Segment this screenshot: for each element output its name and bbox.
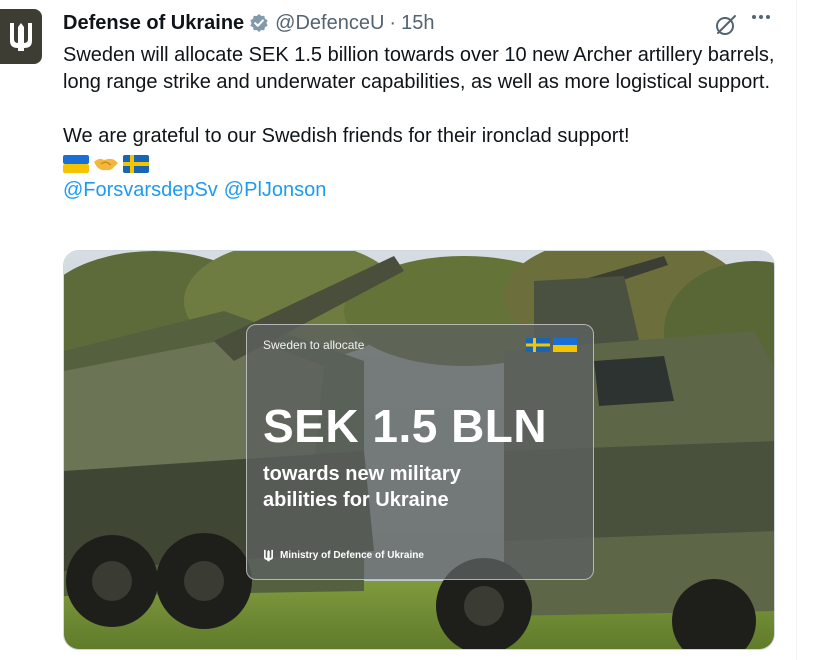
more-icon[interactable] xyxy=(752,15,770,19)
mention-link[interactable]: @PlJonson xyxy=(224,179,327,201)
ukraine-flag-icon xyxy=(553,338,577,352)
card-flags xyxy=(526,338,577,352)
info-card: Sweden to allocate SEK 1.5 BLN towards n… xyxy=(246,324,594,580)
mention-link[interactable]: @ForsvarsdepSv xyxy=(63,179,218,201)
mentions: @ForsvarsdepSv @PlJonson xyxy=(63,177,783,204)
card-footer-text: Ministry of Defence of Ukraine xyxy=(280,550,424,561)
card-subtitle-line: abilities for Ukraine xyxy=(263,489,449,511)
tweet-text: Sweden will allocate SEK 1.5 billion tow… xyxy=(63,42,783,204)
verified-badge-icon[interactable] xyxy=(249,13,269,33)
card-subtitle-line: towards new military xyxy=(263,463,461,485)
avatar[interactable] xyxy=(0,9,42,64)
card-amount: SEK 1.5 BLN xyxy=(263,400,548,452)
card-subtitle: towards new military abilities for Ukrai… xyxy=(263,461,563,513)
tweet-timestamp[interactable]: 15h xyxy=(401,11,434,35)
timeline-border xyxy=(796,0,797,660)
sweden-flag-icon xyxy=(526,338,550,352)
card-footer: Ministry of Defence of Ukraine xyxy=(263,549,424,562)
card-top-label: Sweden to allocate xyxy=(263,338,365,352)
tweet-paragraph: Sweden will allocate SEK 1.5 billion tow… xyxy=(63,44,775,93)
tweet-paragraph: We are grateful to our Swedish friends f… xyxy=(63,125,630,147)
emoji-row xyxy=(63,150,783,177)
author-handle[interactable]: @DefenceU xyxy=(275,11,384,35)
handshake-icon xyxy=(94,158,118,170)
sweden-flag-icon xyxy=(123,154,149,173)
trident-emblem-icon xyxy=(264,549,273,562)
ukraine-flag-icon xyxy=(63,154,89,173)
grok-icon[interactable] xyxy=(714,13,738,42)
author-name[interactable]: Defense of Ukraine xyxy=(63,11,244,35)
trident-emblem-icon xyxy=(10,22,32,51)
separator-dot: · xyxy=(389,12,397,34)
tweet-media-image[interactable]: Sweden to allocate SEK 1.5 BLN towards n… xyxy=(63,250,775,650)
tweet-header: Defense of Ukraine @DefenceU · 15h xyxy=(63,11,434,35)
